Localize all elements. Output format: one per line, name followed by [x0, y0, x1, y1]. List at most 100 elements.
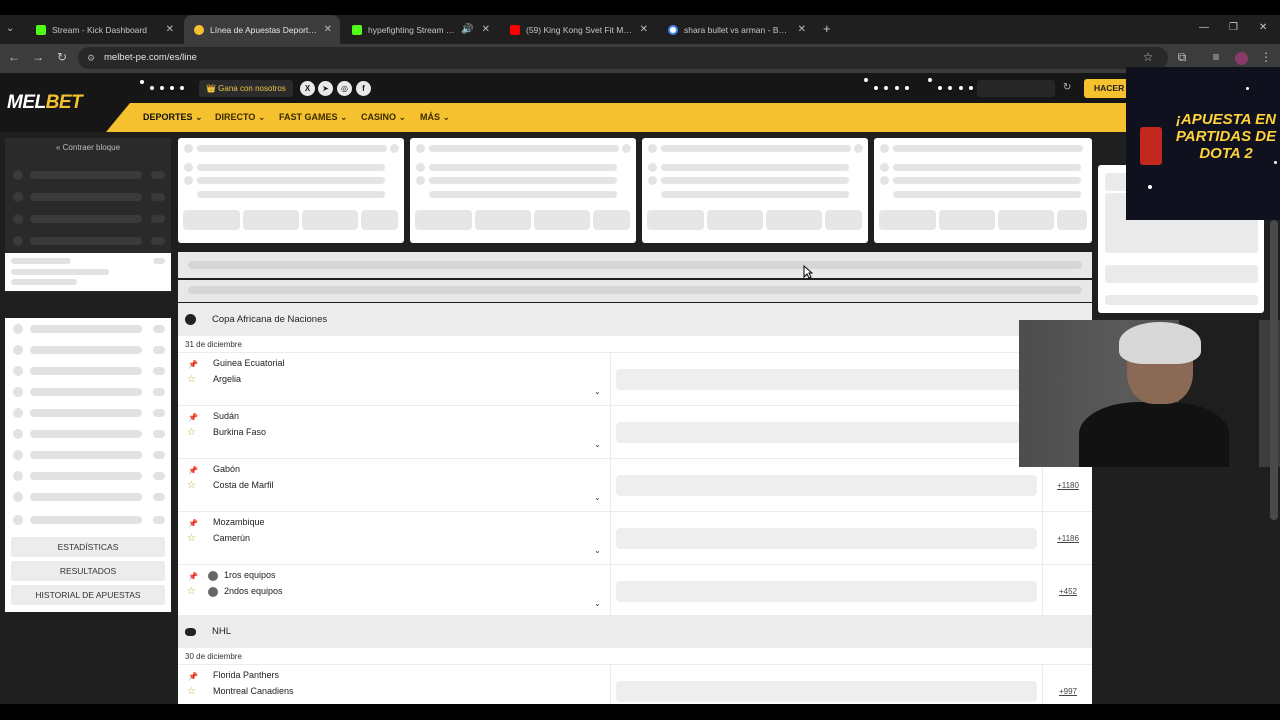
league-header[interactable]: Copa Africana de Naciones	[178, 303, 1092, 336]
featured-card[interactable]	[410, 138, 636, 243]
tab-google-search[interactable]: shara bullet vs arman - Buscar ✕	[658, 15, 814, 44]
favorite-star-icon[interactable]: ☆	[187, 427, 196, 438]
close-window-button[interactable]: ✕	[1259, 22, 1267, 33]
skeleton-dot	[648, 176, 657, 185]
tab-hypefighting[interactable]: hypefighting Stream - Watc 🔊 ✕	[342, 15, 498, 44]
skeleton-row	[30, 388, 142, 396]
reload-icon[interactable]: ↻	[54, 50, 70, 64]
featured-card[interactable]	[874, 138, 1092, 243]
table-row[interactable]: 📌 ☆ Sudán Burkina Faso ⌄	[178, 406, 1096, 459]
dota2-ad-banner[interactable]: ¡APUESTA EN PARTIDAS DE DOTA 2	[1126, 67, 1280, 220]
resultados-button[interactable]: RESULTADOS	[11, 561, 165, 581]
more-markets-link[interactable]: +1186	[1044, 534, 1092, 543]
team-home: Mozambique	[213, 517, 265, 527]
featured-card[interactable]	[178, 138, 404, 243]
favorite-star-icon[interactable]: ☆	[187, 533, 196, 544]
url-text: melbet-pe.com/es/line	[104, 52, 197, 63]
skeleton-row	[30, 367, 142, 375]
skeleton-row	[153, 367, 165, 375]
media-icon[interactable]: ≡	[1208, 50, 1224, 64]
skeleton-row	[30, 193, 142, 201]
favorite-star-icon[interactable]: ☆	[187, 480, 196, 491]
nav-directo[interactable]: DIRECTO ⌄	[215, 112, 265, 123]
tab-youtube-music[interactable]: (59) King Kong Svet Fit Music ✕	[500, 15, 656, 44]
speaker-icon[interactable]: 🔊	[461, 24, 473, 35]
skeleton-dot	[390, 144, 399, 153]
table-row[interactable]: 📌 ☆ Mozambique Camerún ⌄ +1186	[178, 512, 1092, 565]
instagram-icon[interactable]: ◎	[337, 81, 352, 96]
chevron-down-icon[interactable]: ⌄	[594, 440, 601, 449]
skeleton-dot	[13, 324, 23, 334]
facebook-icon[interactable]: f	[356, 81, 371, 96]
collapse-block-button[interactable]: « Contraer bloque	[0, 143, 176, 152]
nav-deportes[interactable]: DEPORTES ⌄	[143, 112, 203, 123]
pin-icon[interactable]: 📌	[188, 466, 198, 475]
new-tab-button[interactable]: +	[823, 21, 831, 36]
favorite-star-icon[interactable]: ☆	[187, 374, 196, 385]
nav-mas[interactable]: MÁS ⌄	[420, 112, 450, 123]
profile-avatar[interactable]	[1235, 52, 1248, 65]
pin-icon[interactable]: 📌	[188, 519, 198, 528]
tab-search-icon[interactable]: ⌄	[6, 23, 14, 34]
tab-kick-dashboard[interactable]: Stream - Kick Dashboard ✕	[26, 15, 182, 44]
chevron-down-icon[interactable]: ⌄	[594, 546, 601, 555]
close-icon[interactable]: ✕	[166, 24, 174, 35]
table-row[interactable]: 📌 ☆ 1ros equipos 2ndos equipos ⌄ +452	[178, 565, 1092, 618]
table-row[interactable]: 📌 ☆ Gabón Costa de Marfil ⌄ +1180	[178, 459, 1092, 512]
loading-dot	[874, 86, 878, 90]
maximize-button[interactable]: ❐	[1229, 22, 1238, 33]
estadisticas-button[interactable]: ESTADÍSTICAS	[11, 537, 165, 557]
extensions-icon[interactable]: ⧉	[1174, 50, 1190, 65]
match-date: 30 de diciembre	[185, 652, 242, 661]
chevron-down-icon[interactable]: ⌄	[594, 493, 601, 502]
pin-icon[interactable]: 📌	[188, 413, 198, 422]
historial-apuestas-button[interactable]: HISTORIAL DE APUESTAS	[11, 585, 165, 605]
chevron-down-icon[interactable]: ⌄	[594, 599, 601, 608]
address-bar[interactable]: ⚙ melbet-pe.com/es/line	[78, 47, 1168, 69]
pin-icon[interactable]: 📌	[188, 360, 198, 369]
close-icon[interactable]: ✕	[640, 24, 648, 35]
league-header[interactable]: NHL	[178, 615, 1092, 648]
tab-melbet[interactable]: Línea de Apuestas Deportivas ✕	[184, 15, 340, 44]
close-icon[interactable]: ✕	[324, 24, 332, 35]
skeleton-dot	[416, 163, 425, 172]
x-social-icon[interactable]: X	[300, 81, 315, 96]
ad-text: ¡APUESTA EN PARTIDAS DE DOTA 2	[1175, 111, 1277, 162]
forward-icon[interactable]: →	[30, 50, 46, 64]
bookmark-star-icon[interactable]: ☆	[1140, 50, 1156, 64]
melbet-logo[interactable]: MELBET	[7, 92, 83, 114]
skeleton-row	[1105, 295, 1258, 305]
refresh-icon[interactable]: ↻	[1063, 82, 1071, 93]
close-icon[interactable]: ✕	[482, 24, 490, 35]
back-icon[interactable]: ←	[6, 50, 22, 64]
menu-icon[interactable]: ⋮	[1258, 50, 1274, 64]
pin-icon[interactable]: 📌	[188, 672, 198, 681]
minimize-button[interactable]: —	[1199, 22, 1209, 33]
skeleton-odd	[998, 210, 1054, 230]
chevron-down-icon[interactable]: ⌄	[594, 387, 601, 396]
pin-icon[interactable]: 📌	[188, 572, 198, 581]
telegram-icon[interactable]: ➤	[318, 81, 333, 96]
page-scrollbar[interactable]	[1270, 220, 1278, 520]
nav-casino[interactable]: CASINO ⌄	[361, 112, 406, 123]
divider	[610, 565, 611, 618]
nav-fast-games[interactable]: FAST GAMES ⌄	[279, 112, 348, 123]
site-info-icon[interactable]: ⚙	[87, 47, 95, 69]
skeleton-odd	[593, 210, 630, 230]
loading-dot	[170, 86, 174, 90]
skeleton-row	[30, 493, 142, 501]
gana-con-nosotros-button[interactable]: 👑 Gana con nosotros	[199, 80, 293, 97]
skeleton-odd	[766, 210, 822, 230]
skeleton-dot	[416, 176, 425, 185]
table-row[interactable]: 📌 ☆ Guinea Ecuatorial Argelia ⌄	[178, 353, 1096, 406]
more-markets-link[interactable]: +997	[1044, 687, 1092, 696]
more-markets-link[interactable]: +1180	[1044, 481, 1092, 490]
featured-card[interactable]	[642, 138, 868, 243]
favorite-star-icon[interactable]: ☆	[187, 586, 196, 597]
close-icon[interactable]: ✕	[798, 24, 806, 35]
loading-dot	[140, 80, 144, 84]
skeleton-dot	[416, 144, 425, 153]
skeleton-row	[153, 472, 165, 480]
more-markets-link[interactable]: +452	[1044, 587, 1092, 596]
favorite-star-icon[interactable]: ☆	[187, 686, 196, 697]
